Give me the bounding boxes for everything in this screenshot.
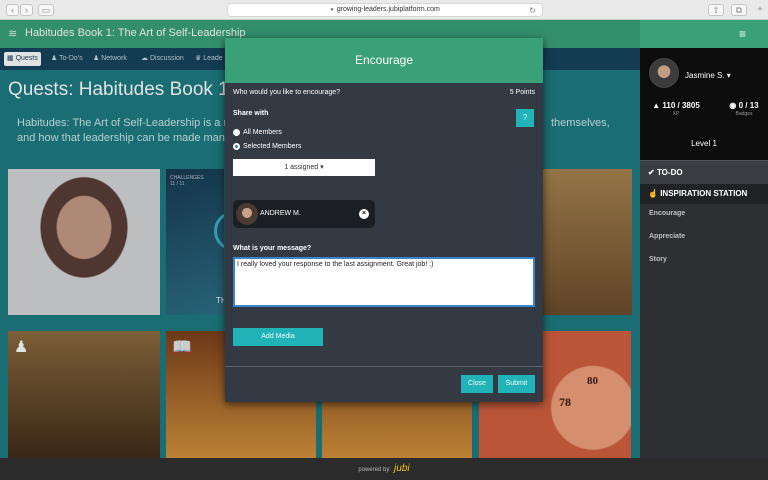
member-chip: ANDREW M. × xyxy=(233,200,375,228)
lock-icon: ● xyxy=(330,7,334,13)
badges-stat: ◉ 0 / 13 Badges xyxy=(724,101,764,117)
radio-selected-members[interactable] xyxy=(233,143,240,150)
badges-label: Badges xyxy=(735,111,753,117)
forward-button[interactable]: › xyxy=(20,4,33,16)
new-tab-icon[interactable]: + xyxy=(754,4,766,16)
footer: powered by: jubi xyxy=(0,458,768,480)
radio-all-members[interactable] xyxy=(233,129,240,136)
jubi-logo[interactable]: jubi xyxy=(394,463,410,474)
inspiration-label: INSPIRATION STATION xyxy=(660,189,748,198)
share-with-label: Share with xyxy=(233,110,269,117)
browser-toolbar: ‹ › ▭ ● growing-leaders.jubiplatform.com … xyxy=(0,0,768,20)
xp-label: XP xyxy=(672,111,680,117)
level-indicator: Level 1 xyxy=(691,139,717,148)
trophy-icon: ▲ xyxy=(652,101,661,110)
sidebar-item-encourage[interactable]: Encourage xyxy=(649,210,685,217)
avatar xyxy=(236,203,258,225)
share-icon[interactable]: ⇧ xyxy=(708,4,724,16)
radio-all-members-label: All Members xyxy=(243,129,282,136)
help-button[interactable]: ? xyxy=(516,109,534,127)
points-value: 5 Points xyxy=(509,89,535,96)
hamburger-menu-icon[interactable]: ≡ xyxy=(739,27,746,41)
sidebar-item-todo[interactable]: ✔ TO-DO xyxy=(640,160,768,184)
sidebar-toggle-icon[interactable]: ▭ xyxy=(38,4,54,16)
sidebar-item-appreciate[interactable]: Appreciate xyxy=(649,233,685,240)
modal-divider xyxy=(225,366,543,367)
user-name-dropdown[interactable]: Jasmine S. ▾ xyxy=(685,71,731,80)
remove-member-icon[interactable]: × xyxy=(359,209,369,219)
back-button[interactable]: ‹ xyxy=(6,4,19,16)
globe-icon: ◉ xyxy=(729,101,737,110)
encourage-modal: Encourage Who would you like to encourag… xyxy=(225,38,543,402)
avatar[interactable] xyxy=(649,58,679,88)
xp-value: 110 / 3805 xyxy=(662,101,700,110)
submit-button[interactable]: Submit xyxy=(498,375,535,393)
tabs-icon[interactable]: ⧉ xyxy=(731,4,747,16)
message-textarea[interactable]: I really loved your response to the last… xyxy=(233,257,535,307)
assigned-dropdown[interactable]: 1 assigned ▾ xyxy=(233,159,375,176)
radio-selected-members-label: Selected Members xyxy=(243,143,302,150)
check-icon: ✔ xyxy=(648,168,655,177)
member-name: ANDREW M. xyxy=(260,210,301,217)
xp-stat: ▲ 110 / 3805 XP xyxy=(648,101,704,117)
add-media-button[interactable]: Add Media xyxy=(233,328,323,346)
sidebar-item-inspiration[interactable]: ☝ INSPIRATION STATION xyxy=(640,184,768,204)
url-text: growing-leaders.jubiplatform.com xyxy=(336,6,440,13)
encourage-question: Who would you like to encourage? xyxy=(233,89,341,96)
address-bar[interactable]: ● growing-leaders.jubiplatform.com ↻ xyxy=(227,3,543,17)
message-label: What is your message? xyxy=(233,245,312,252)
close-button[interactable]: Close xyxy=(461,375,493,393)
sidebar-item-story[interactable]: Story xyxy=(649,256,667,263)
badges-value: 0 / 13 xyxy=(738,101,759,110)
reload-icon[interactable]: ↻ xyxy=(529,5,536,17)
powered-by-text: powered by: xyxy=(358,467,392,473)
profile-panel: Jasmine S. ▾ ▲ 110 / 3805 XP ◉ 0 / 13 Ba… xyxy=(640,48,768,160)
modal-title: Encourage xyxy=(225,38,543,83)
right-sidebar: Jasmine S. ▾ ▲ 110 / 3805 XP ◉ 0 / 13 Ba… xyxy=(640,48,768,458)
todo-label: TO-DO xyxy=(656,168,683,177)
thumbs-up-icon: ☝ xyxy=(648,189,658,198)
